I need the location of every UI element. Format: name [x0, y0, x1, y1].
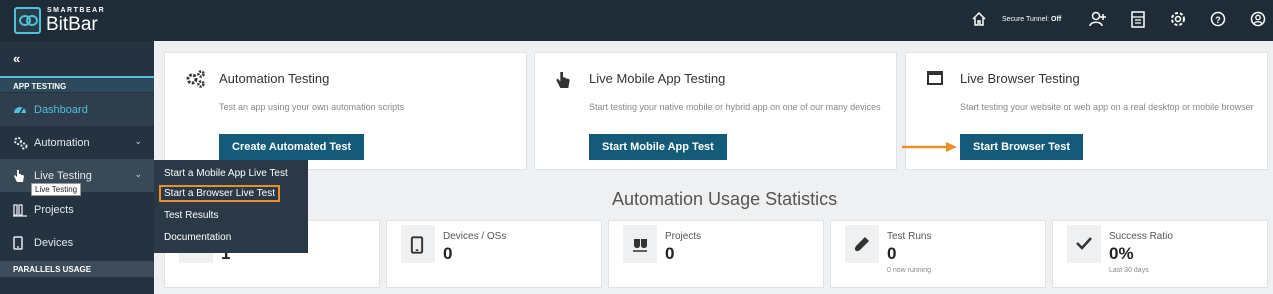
menu-item-documentation[interactable]: Documentation [164, 232, 231, 243]
projects-icon [623, 225, 657, 263]
sidebar-item-label: Dashboard [34, 104, 88, 116]
start-mobile-app-test-button[interactable]: Start Mobile App Test [589, 134, 727, 160]
stat-value: 0 [887, 244, 897, 263]
svg-text:?: ? [1215, 15, 1221, 25]
collapse-sidebar-button[interactable]: « [13, 51, 20, 66]
start-browser-test-button[interactable]: Start Browser Test [960, 134, 1083, 160]
sidebar-item-label: Automation [34, 137, 90, 149]
chevron-down-icon: ⌄ [134, 169, 142, 179]
stat-label: Success Ratio [1109, 231, 1173, 242]
stat-card-test-runs: Test Runs 0 0 now running [830, 220, 1046, 288]
menu-item-test-results[interactable]: Test Results [164, 210, 218, 221]
card-description: Start testing your native mobile or hybr… [589, 102, 881, 112]
card-live-browser-testing: Live Browser Testing Start testing your … [905, 52, 1268, 170]
stat-card-success-ratio: Success Ratio 0% Last 30 days [1052, 220, 1268, 288]
brand-product: BitBar [46, 14, 98, 35]
stat-card-devices: Devices / OSs 0 [386, 220, 602, 288]
device-icon [13, 236, 27, 250]
tunnel-label: Secure Tunnel: [1002, 16, 1050, 23]
chevron-down-icon: ⌄ [134, 136, 142, 146]
card-title: Live Browser Testing [960, 71, 1080, 86]
live-testing-dropdown-menu: Start a Mobile App Live Test Start a Bro… [154, 160, 308, 253]
add-user-icon[interactable] [1089, 11, 1107, 29]
gears-icon [185, 70, 205, 90]
home-icon[interactable] [971, 11, 989, 29]
sidebar-item-label: Live Testing [34, 170, 92, 182]
hand-pointer-icon [555, 70, 575, 90]
sidebar-item-label: Projects [34, 204, 74, 216]
stat-label: Devices / OSs [443, 231, 507, 242]
section-app-testing: APP TESTING [0, 76, 154, 92]
card-title: Automation Testing [219, 71, 330, 86]
sidebar-item-projects[interactable]: Projects [0, 193, 154, 226]
tooltip: Live Testing [31, 183, 82, 196]
checkmark-icon [1067, 225, 1101, 263]
arrow-annotation-icon [902, 142, 957, 152]
stat-sub: 0 now running [887, 267, 931, 274]
section-parallels-usage: PARALLELS USAGE [0, 261, 154, 277]
sidebar-item-automation[interactable]: Automation ⌄ [0, 126, 154, 159]
sidebar-item-dashboard[interactable]: Dashboard [0, 93, 154, 126]
card-description: Test an app using your own automation sc… [219, 102, 405, 112]
sidebar-item-label: Devices [34, 237, 74, 249]
tunnel-state: Off [1051, 16, 1062, 23]
automation-gears-icon [13, 136, 28, 150]
card-description: Start testing your website or web app on… [960, 102, 1254, 112]
stat-value: 0% [1109, 244, 1134, 263]
hand-pointer-icon [13, 169, 27, 183]
menu-item-start-browser-live-test[interactable]: Start a Browser Live Test [159, 185, 280, 202]
account-icon[interactable] [1250, 11, 1268, 29]
device-icon [401, 225, 435, 263]
stat-sub: Last 30 days [1109, 267, 1149, 274]
create-automated-test-button[interactable]: Create Automated Test [219, 134, 365, 160]
stat-card-projects: Projects 0 [608, 220, 824, 288]
dashboard-icon [13, 103, 27, 117]
stat-value: 0 [443, 244, 453, 263]
stat-label: Test Runs [887, 231, 932, 242]
help-icon[interactable]: ? [1210, 11, 1228, 29]
sidebar-item-devices[interactable]: Devices [0, 226, 154, 259]
gear-icon[interactable] [1170, 11, 1188, 29]
test-tube-icon [845, 225, 879, 263]
bitbar-logo-icon[interactable] [14, 7, 41, 34]
card-live-mobile-app-testing: Live Mobile App Testing Start testing yo… [534, 52, 897, 170]
menu-item-start-mobile-app-live-test[interactable]: Start a Mobile App Live Test [164, 168, 288, 179]
card-title: Live Mobile App Testing [589, 71, 726, 86]
brand-company: SMARTBEAR [47, 7, 106, 14]
top-bar: SMARTBEAR BitBar Secure Tunnel: Off ? [0, 0, 1273, 41]
stat-value: 0 [665, 244, 675, 263]
secure-tunnel-status[interactable]: Secure Tunnel: Off [1002, 16, 1061, 23]
stat-label: Projects [665, 231, 702, 242]
sidebar: « APP TESTING Dashboard Automation ⌄ Liv… [0, 41, 154, 294]
card-automation-testing: Automation Testing Test an app using you… [164, 52, 527, 170]
document-icon[interactable] [1130, 11, 1148, 29]
browser-window-icon [926, 70, 946, 90]
stats-title: Automation Usage Statistics [612, 189, 838, 209]
projects-icon [13, 203, 27, 217]
